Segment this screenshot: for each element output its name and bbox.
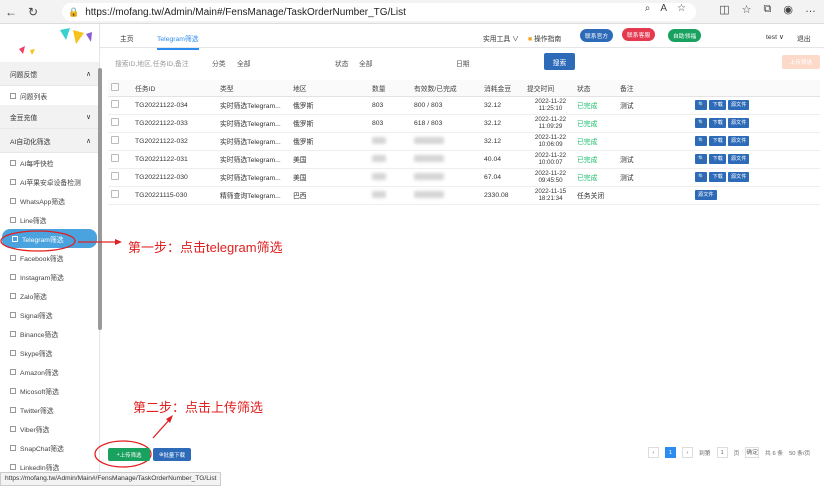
page-unit: 页 [733,451,740,457]
goto-label: 到第 [699,451,711,457]
upload-filter-button[interactable]: + 上传筛选 [108,448,150,461]
pagination: ‹ 1 › 到第 1 页 确定 共 6 条 50 条/页 [648,447,810,458]
batch-download-button[interactable]: ⊕ 批量下载 [153,448,191,461]
annotation-arrow-2 [152,418,171,439]
annotation-circle-telegram [0,230,76,252]
annotation-arrowhead-1 [115,239,122,245]
goto-input[interactable]: 1 [716,447,728,458]
confirm-button[interactable]: 确定 [745,447,760,458]
page-size-select[interactable]: 50 条/页 [789,448,810,457]
page-button-current[interactable]: 1 [665,447,676,458]
next-page-button[interactable]: › [682,447,693,458]
step2-annotation: 第二步：点击上传筛选 [133,400,264,415]
status-bar-url: https://mofang.tw/Admin/Main#/FensManage… [0,472,222,486]
prev-page-button[interactable]: ‹ [648,447,659,458]
total-count: 共 6 条 [765,451,784,457]
step1-annotation: 第一步：点击telegram筛选 [128,240,283,255]
annotation-overlay [0,230,173,468]
